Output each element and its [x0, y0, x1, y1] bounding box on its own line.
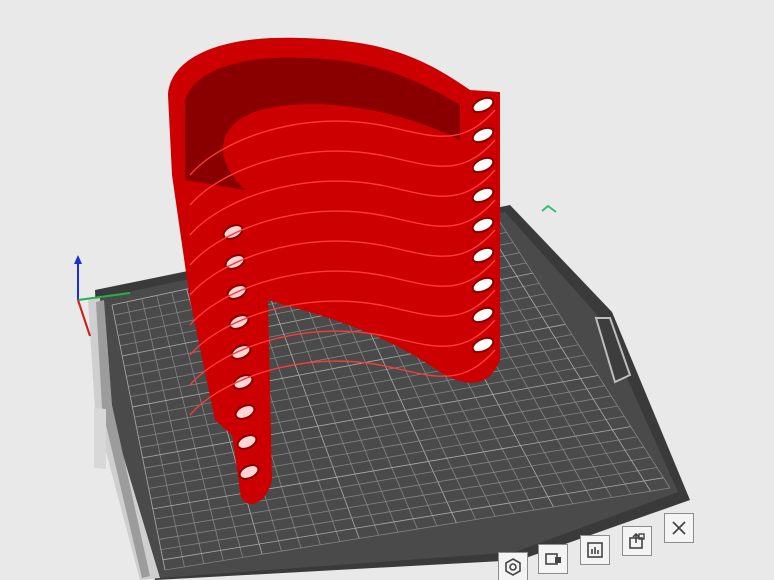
z-axis-arrow [74, 255, 82, 264]
bed-label-plate [94, 407, 106, 470]
object-icon [545, 553, 561, 565]
export-icon [629, 532, 645, 549]
toolbar-button-settings[interactable] [498, 552, 528, 580]
toolbar-button-close[interactable] [664, 513, 694, 543]
hex-nut-icon [505, 558, 521, 576]
bed-origin-marker [541, 204, 557, 213]
toolbar-button-export[interactable] [622, 526, 652, 556]
toolbar-button-layers[interactable] [580, 535, 610, 565]
close-icon [672, 521, 686, 535]
3d-scene[interactable] [0, 0, 774, 580]
toolbar-button-object[interactable] [538, 544, 568, 574]
x-axis [77, 299, 91, 337]
layers-icon [587, 542, 603, 558]
3d-viewport[interactable] [0, 0, 774, 580]
